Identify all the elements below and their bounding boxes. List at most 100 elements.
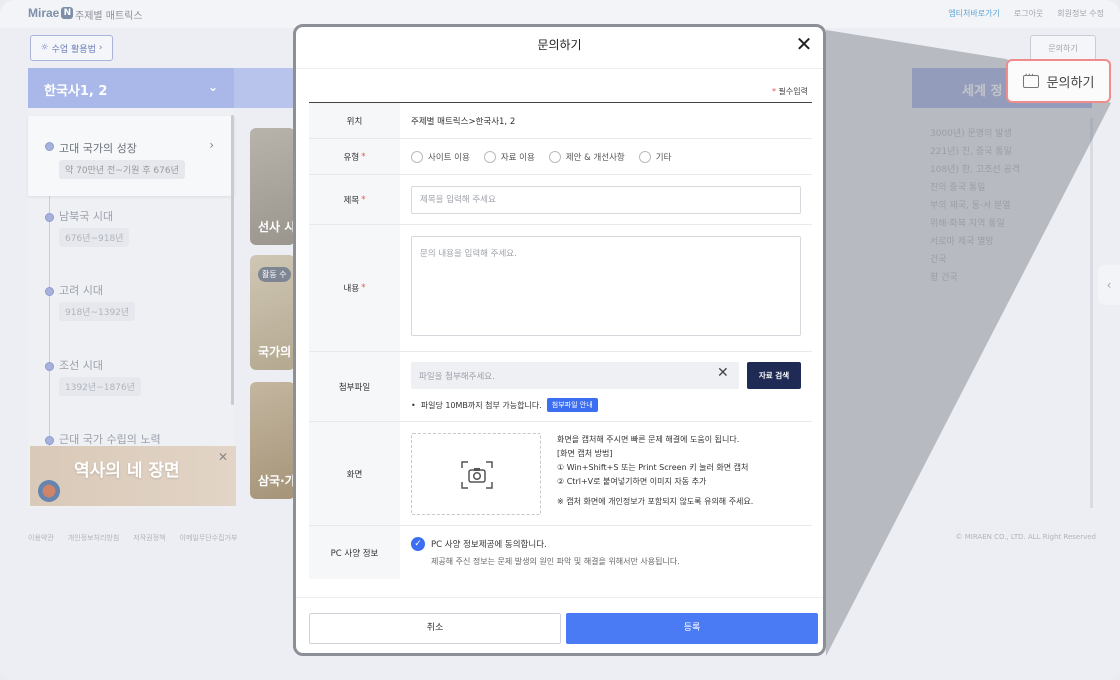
type-option-suggestion[interactable]: 제안 & 개선사항 [548,151,625,163]
screen-capture-dropzone[interactable] [411,433,541,515]
list-item[interactable]: 진의 중국 통일 [912,180,1092,198]
chevron-down-icon: ⌄ [207,80,218,94]
subject-row: 제목 * 제목을 입력해 주세요 [309,175,812,225]
clear-icon[interactable]: ✕ [717,365,729,381]
logo[interactable]: Mirae N [28,6,74,20]
close-icon[interactable]: ✕ [218,450,228,464]
modal-header-divider [296,68,823,69]
footer-links: 이용약관 개인정보처리방침 저작권정책 이메일무단수집거부 [28,533,237,543]
subject-label: 제목 * [309,175,400,224]
location-label-text: 위치 [346,116,363,127]
type-radio-group: 사이트 이용 자료 이용 제안 & 개선사항 기타 [411,151,671,163]
radio-circle [483,151,496,163]
flag-illustration [38,480,60,502]
modal-title: 문의하기 [537,38,582,52]
timeline-scrollbar[interactable] [231,115,234,405]
capture-line: ① Win+Shift+S 또는 Print Screen 키 눌러 화면 캡처 [557,463,749,472]
screen-label-text: 화면 [346,469,363,480]
attachment-input[interactable]: 파일을 첨부해주세요. [411,362,739,389]
capture-warning: ※ 캡처 화면에 개인정보가 포함되지 않도록 유의해 주세요. [557,497,754,506]
logo-badge: N [61,7,74,19]
chevron-right-icon: › [209,138,214,152]
attachment-note-text: 파일당 10MB까지 첨부 가능합니다. [420,400,542,410]
attachment-note: • 파일당 10MB까지 첨부 가능합니다. 첨부파일 안내 [411,398,598,412]
type-label: 유형 * [309,139,400,174]
timeline-item-name: 조선 시대 [59,359,103,372]
inquiry-button[interactable]: 문의하기 [1030,35,1096,61]
zoomed-inquiry-button[interactable]: 문의하기 [1006,59,1111,103]
usage-guide-label: 수업 활용법 [51,44,96,55]
list-item[interactable]: 위해·화북 지역 통일 [912,216,1092,234]
required-star: * [772,87,776,96]
list-item[interactable]: 108년) 한, 고조선 공격 [912,162,1092,180]
modal-footer-divider [296,597,823,598]
era-selector-label: 한국사1, 2 [44,84,108,99]
world-list-scrollbar[interactable] [1090,118,1093,508]
timeline-dot [45,436,54,445]
list-item[interactable]: 221년) 진, 중국 통일 [912,144,1092,162]
location-value: 주제별 매트릭스>한국사1, 2 [411,117,516,127]
cancel-button[interactable]: 취소 [309,613,561,644]
location-row: 위치 주제별 매트릭스>한국사1, 2 [309,103,812,139]
location-label: 위치 [309,103,400,138]
usage-guide-button[interactable]: ☼ 수업 활용법 › [30,35,113,61]
file-search-button[interactable]: 자료 검색 [747,362,801,389]
edit-profile-link[interactable]: 회원정보 수정 [1057,8,1104,19]
type-option-material[interactable]: 자료 이용 [483,151,535,163]
timeline-item-ancient[interactable]: 고대 국가의 성장 약 70만년 전~기원 후 676년 › [28,116,234,196]
timeline-item-range: 약 70만년 전~기원 후 676년 [59,160,185,179]
list-item[interactable]: 건국 [912,252,1092,270]
email-policy-link[interactable]: 이메일무단수집거부 [180,533,238,543]
type-option-label: 기타 [655,153,672,163]
copyright-policy-link[interactable]: 저작권정책 [133,533,165,543]
timeline-item-range: 1392년~1876년 [59,377,141,396]
list-item[interactable]: 왕 건국 [912,270,1092,288]
timeline-item-range: 676년~918년 [59,228,130,247]
bullet: • [411,400,416,410]
list-item[interactable]: 3000년) 문명의 발생 [912,126,1092,144]
timeline-dot [45,362,54,371]
timeline-item-name: 근대 국가 수립의 노력 [59,433,161,446]
type-option-label: 사이트 이용 [428,153,470,163]
terms-link[interactable]: 이용약관 [28,533,54,543]
logo-text: Mirae [28,6,60,20]
topic-card-title: 삼국·가 [258,474,295,488]
list-item[interactable]: 부의 재국, 동·서 분열 [912,198,1092,216]
timeline-dot [45,213,54,222]
required-star: * [361,283,366,293]
logout-link[interactable]: 로그아웃 [1014,8,1043,19]
subject-input[interactable]: 제목을 입력해 주세요 [411,186,801,214]
content-textarea[interactable]: 문의 내용을 입력해 주세요. [411,236,801,336]
type-option-label: 자료 이용 [500,153,535,163]
topic-card[interactable]: 삼국·가 [250,382,295,499]
capture-line: ② Ctrl+V로 붙여넣기하면 이미지 자동 추가 [557,477,707,486]
attachment-label-text: 첨부파일 [338,382,371,393]
promo-banner[interactable]: 역사의 네 장면 ✕ [30,446,236,506]
inquiry-modal: 문의하기 ✕ * 필수입력 위치 주제별 매트릭스>한국사1, 2 유형 * 사이… [293,24,826,656]
world-history-list: 3000년) 문명의 발생 221년) 진, 중국 통일 108년) 한, 고조… [912,126,1092,288]
list-item[interactable]: 서로마 제국 멸망 [912,234,1092,252]
topic-card-title: 선사 시 [258,220,295,234]
type-option-other[interactable]: 기타 [638,151,672,163]
radio-circle [548,151,561,163]
pc-info-agree-checkbox[interactable]: ✓ [411,537,425,551]
privacy-link[interactable]: 개인정보처리방침 [68,533,120,543]
chevron-left-icon[interactable]: ‹ [1098,265,1120,305]
content-label-text: 내용 [343,284,360,294]
timeline-item-name: 고대 국가의 성장 [59,142,137,155]
attachment-guide-badge[interactable]: 첨부파일 안내 [546,398,598,412]
required-star: * [361,194,366,205]
mteacher-link[interactable]: 엠티처바로가기 [948,8,1000,19]
submit-button[interactable]: 등록 [566,613,818,644]
type-row: 유형 * 사이트 이용 자료 이용 제안 & 개선사항 기타 [309,139,812,175]
era-selector[interactable]: 한국사1, 2 ⌄ [28,68,234,108]
topic-card[interactable]: 선사 시 [250,128,295,245]
close-icon[interactable]: ✕ [793,33,815,55]
pc-info-desc: 제공해 주신 정보는 문제 발생의 원인 파악 및 해결을 위해서만 사용됩니다… [431,557,680,566]
banner-title: 역사의 네 장면 [74,461,180,481]
screen-capture-instructions: 화면을 캡처해 주시면 빠른 문제 해결에 도움이 됩니다. [화면 캡처 방법… [557,433,753,509]
type-option-site[interactable]: 사이트 이용 [411,151,470,163]
copyright: © MIRAEN CO., LTD. ALL Right Reserved [955,533,1096,541]
pc-info-row: PC 사양 정보 ✓ PC 사양 정보제공에 동의합니다. 제공해 주신 정보는… [309,526,812,579]
topic-card[interactable]: 활동 수 국가의 [250,255,295,370]
